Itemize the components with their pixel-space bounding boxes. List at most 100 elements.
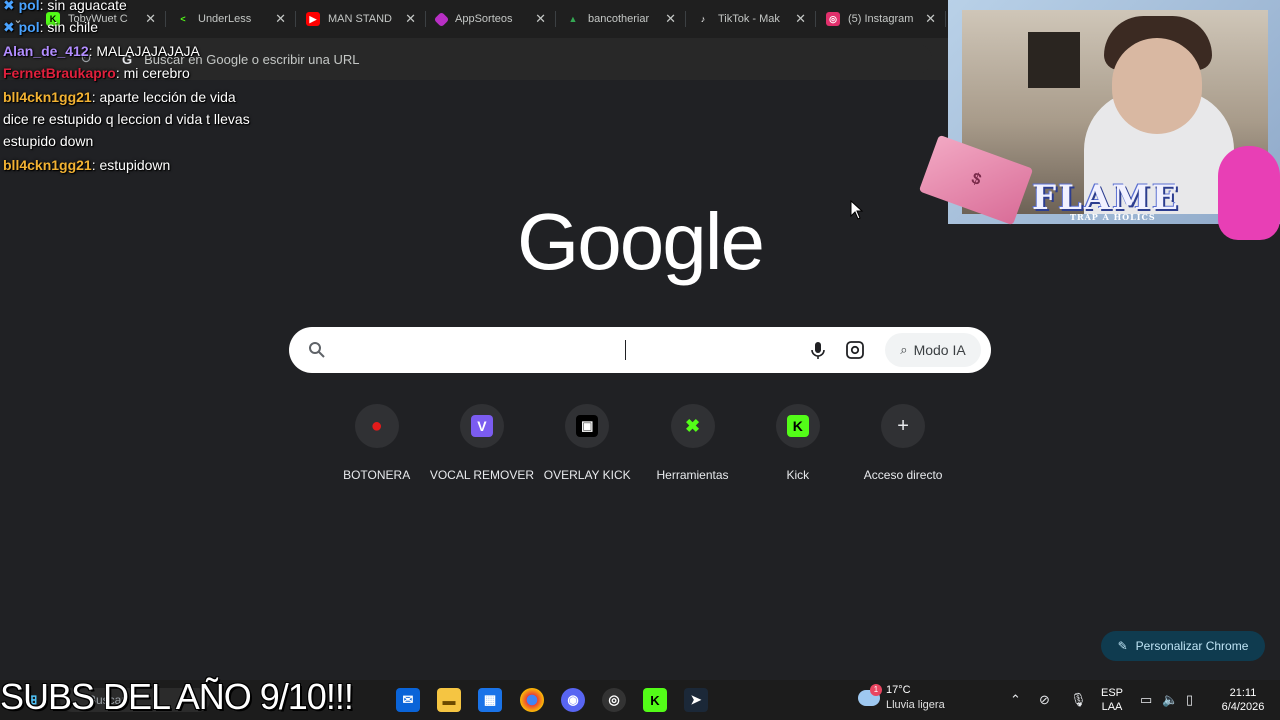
shortcut-add[interactable]: + Acceso directo xyxy=(850,404,955,494)
weather-desc: Lluvia ligera xyxy=(886,699,945,711)
tiktok-icon: ♪ xyxy=(700,14,706,24)
tab-title: (5) Instagram xyxy=(848,13,914,25)
shortcut-herramientas[interactable]: ✖ Herramientas xyxy=(640,404,745,494)
shortcut-label: OVERLAY KICK xyxy=(543,468,631,482)
weather-temp: 17°C xyxy=(886,684,911,696)
display-icon[interactable]: ▭ xyxy=(1140,692,1152,708)
pink-mascot-sticker xyxy=(1218,146,1280,240)
shortcut-tile[interactable]: ▣ xyxy=(565,404,610,448)
chat-message: ✖ pol: sin chile xyxy=(3,19,98,35)
close-icon[interactable]: ✕ xyxy=(535,11,546,27)
subs-banner: SUBS DEL AÑO 9/10!!! xyxy=(0,676,354,717)
tab-2[interactable]: ▶ MAN STAND ✕ xyxy=(296,0,426,38)
customize-label: Personalizar Chrome xyxy=(1135,639,1249,653)
volume-icon[interactable]: 🔈 xyxy=(1162,692,1178,708)
shortcut-label: VOCAL REMOVER xyxy=(429,468,535,482)
overlay-kick-icon: ▣ xyxy=(576,415,599,437)
battery-icon[interactable]: ▯ xyxy=(1186,692,1193,708)
close-icon[interactable]: ✕ xyxy=(405,11,416,27)
microsoft-store-icon[interactable]: ▦ xyxy=(478,688,502,712)
verified-icon: ✖ xyxy=(3,0,15,13)
tab-title: AppSorteos xyxy=(455,13,513,25)
tab-3[interactable]: AppSorteos ✕ xyxy=(426,0,556,38)
weather-widget[interactable]: 1 17°C Lluvia ligera xyxy=(858,684,978,716)
shortcut-tile[interactable]: ● xyxy=(354,404,399,448)
chat-message: Alan_de_412: MALAJAJAJAJA xyxy=(3,43,200,59)
lang-top: ESP xyxy=(1100,687,1123,699)
shortcut-kick[interactable]: K Kick xyxy=(745,404,850,494)
chat-username: bll4ckn1gg21 xyxy=(3,89,92,105)
chat-message: bll4ckn1gg21: estupidown xyxy=(3,157,171,173)
ai-mode-button[interactable]: ⌕ Modo IA xyxy=(885,333,981,367)
ai-mode-label: Modo IA xyxy=(913,342,966,358)
shortcut-label: Herramientas xyxy=(656,468,729,482)
wall-poster xyxy=(1028,32,1080,88)
streamer-face xyxy=(1112,38,1202,134)
kick-icon[interactable]: K xyxy=(643,688,667,712)
ai-mode-icon: ⌕ xyxy=(900,342,908,357)
chat-text: estupidown xyxy=(99,157,171,173)
network-off-icon[interactable]: ⊘ xyxy=(1039,692,1050,708)
tab-title: TikTok - Mak xyxy=(718,13,780,25)
close-icon[interactable]: ✕ xyxy=(795,11,806,27)
herramientas-icon: ✖ xyxy=(684,415,701,436)
chrome-icon[interactable] xyxy=(520,688,544,712)
lang-bottom: LAA xyxy=(1101,701,1123,713)
google-search-box[interactable]: ⌕ Modo IA xyxy=(289,327,991,373)
instagram-icon: ◎ xyxy=(826,12,840,26)
chat-username: bll4ckn1gg21 xyxy=(3,157,92,173)
tab-6[interactable]: ◎ (5) Instagram ✕ xyxy=(816,0,946,38)
steam-icon[interactable]: ➤ xyxy=(684,688,708,712)
google-drive-icon: ▲ xyxy=(568,14,578,24)
customize-chrome-button[interactable]: ✎ Personalizar Chrome xyxy=(1101,631,1265,661)
shortcut-overlay-kick[interactable]: ▣ OVERLAY KICK xyxy=(535,404,640,494)
language-indicator[interactable]: ESP LAA xyxy=(1100,680,1124,720)
shortcut-tile[interactable]: K xyxy=(775,404,820,448)
youtube-icon: ▶ xyxy=(306,12,320,26)
tab-4[interactable]: ▲ bancotheriar ✕ xyxy=(556,0,686,38)
tab-title: bancotheriar xyxy=(588,13,650,25)
shortcut-tile[interactable]: V xyxy=(459,404,504,448)
close-icon[interactable]: ✕ xyxy=(925,11,936,27)
kick-icon: K xyxy=(786,415,809,437)
clock-time: 21:11 xyxy=(1229,687,1257,699)
chat-text: MALAJAJAJAJA xyxy=(96,43,200,59)
appsorteos-icon xyxy=(433,11,450,27)
tab-title: MAN STAND xyxy=(328,13,392,25)
close-icon[interactable]: ✕ xyxy=(665,11,676,27)
chat-text: sin chile xyxy=(47,19,98,35)
chevron-up-icon[interactable]: ⌃ xyxy=(1010,692,1021,708)
discord-icon[interactable]: ◉ xyxy=(561,688,585,712)
mouse-cursor-icon xyxy=(850,200,864,220)
clock[interactable]: 21:11 6/4/2026 xyxy=(1212,680,1274,720)
weather-badge: 1 xyxy=(870,684,882,696)
flame-logo: FLAME TRAP A HOLICS xyxy=(1032,178,1220,222)
shortcut-label: Acceso directo xyxy=(863,468,943,482)
obs-icon[interactable]: ◎ xyxy=(602,688,626,712)
chat-username: Alan_de_412 xyxy=(3,43,89,59)
chat-text: mi cerebro xyxy=(123,65,190,81)
file-explorer-icon[interactable]: ▬ xyxy=(437,688,461,712)
google-logo: Google xyxy=(517,197,765,286)
shortcut-tile[interactable]: ✖ xyxy=(670,404,715,448)
tab-5[interactable]: ♪ TikTok - Mak ✕ xyxy=(686,0,816,38)
chat-message: ✖ pol: sin aguacate xyxy=(3,0,303,16)
vocal-remover-icon: V xyxy=(470,415,493,437)
shortcut-tile[interactable]: + xyxy=(881,404,926,448)
stream-chat-overlay: ✖ pol: sin aguacate ✖ pol: sin chile Ala… xyxy=(3,0,303,176)
plus-icon: + xyxy=(897,414,909,437)
pencil-icon: ✎ xyxy=(1117,639,1128,653)
search-icon xyxy=(309,342,325,358)
clock-date: 6/4/2026 xyxy=(1221,701,1265,713)
flame-subtitle: TRAP A HOLICS xyxy=(1070,212,1156,222)
google-lens-icon[interactable] xyxy=(845,340,865,360)
chat-username: pol xyxy=(18,0,40,13)
shortcut-vocal-remover[interactable]: V VOCAL REMOVER xyxy=(429,404,534,494)
shortcut-botonera[interactable]: ● BOTONERA xyxy=(324,404,429,494)
verified-icon: ✖ xyxy=(3,19,15,35)
botonera-icon: ● xyxy=(370,414,383,437)
microphone-icon[interactable] xyxy=(807,339,829,361)
shortcuts-grid: ● BOTONERA V VOCAL REMOVER ▣ OVERLAY KIC… xyxy=(324,404,956,494)
microphone-icon[interactable]: 🎙 xyxy=(1070,692,1087,708)
chat-message: FernetBraukapro: mi cerebro xyxy=(3,65,190,81)
